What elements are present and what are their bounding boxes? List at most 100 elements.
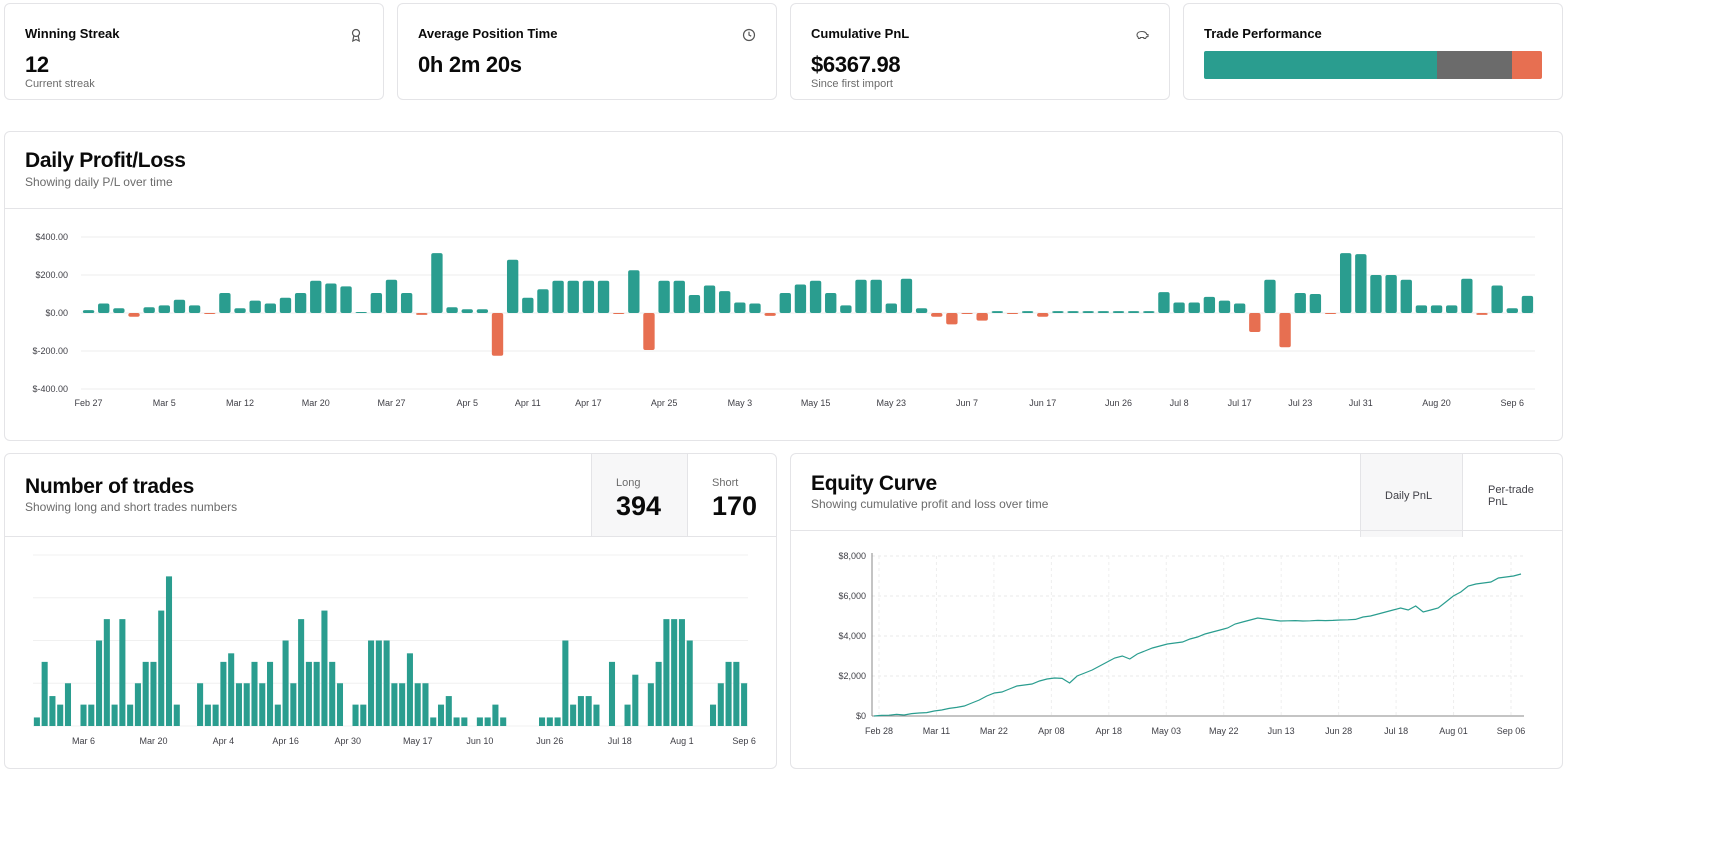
daily-bar xyxy=(552,280,564,313)
tab-daily-pnl-label: Daily PnL xyxy=(1385,489,1433,502)
trades-bar xyxy=(476,717,483,726)
daily-bar xyxy=(1264,279,1276,313)
trades-bar xyxy=(733,661,740,726)
trades-bar xyxy=(717,683,724,726)
x-tick-label: Jun 10 xyxy=(466,736,493,746)
daily-bar xyxy=(1415,305,1428,313)
x-tick-label: Aug 1 xyxy=(670,736,694,746)
daily-bar xyxy=(1430,305,1443,313)
trades-bar xyxy=(259,683,266,726)
trades-bar xyxy=(158,610,165,726)
x-tick-label: Jul 18 xyxy=(1384,726,1408,736)
trades-bar xyxy=(539,717,546,726)
trades-bar xyxy=(414,683,421,726)
x-tick-label: Jul 18 xyxy=(608,736,632,746)
equity-line xyxy=(873,573,1522,717)
daily-bar xyxy=(370,293,383,313)
daily-bar xyxy=(1294,293,1306,313)
trades-bar xyxy=(368,640,375,726)
trades-bar xyxy=(336,683,344,726)
x-tick-label: Jun 26 xyxy=(536,736,563,746)
daily-bar xyxy=(325,283,337,313)
daily-bar xyxy=(1279,313,1291,348)
daily-bar xyxy=(1249,313,1261,332)
y-tick-label: $6,000 xyxy=(838,591,866,601)
trades-bar xyxy=(228,653,235,726)
daily-pnl-title: Daily Profit/Loss xyxy=(25,149,186,172)
daily-bar xyxy=(1082,311,1094,313)
daily-bar xyxy=(340,286,352,313)
trades-bar xyxy=(251,661,258,726)
winning-streak-sub: Current streak xyxy=(25,78,95,90)
trades-bar xyxy=(671,619,678,726)
trades-bar xyxy=(212,704,219,726)
trades-bar xyxy=(437,704,445,726)
daily-bar xyxy=(734,302,746,313)
trades-bar xyxy=(88,704,95,726)
daily-bar xyxy=(946,313,958,325)
daily-bar xyxy=(567,280,579,313)
tab-per-trade-pnl-label: Per-trade PnL xyxy=(1488,483,1534,508)
daily-bar xyxy=(188,305,201,313)
y-tick-label: $4,000 xyxy=(838,631,866,641)
tab-daily-pnl[interactable]: Daily PnL xyxy=(1360,454,1462,537)
daily-bar xyxy=(219,293,231,313)
equity-title: Equity Curve xyxy=(811,472,937,495)
trades-bar xyxy=(663,619,670,726)
avg-position-card: Average Position Time 0h 2m 20s xyxy=(397,3,777,100)
trades-bar xyxy=(103,619,110,726)
y-tick-label: $8,000 xyxy=(838,551,866,561)
trades-bar xyxy=(298,619,305,726)
trades-bar xyxy=(33,717,40,726)
daily-bar xyxy=(143,307,155,313)
daily-bar xyxy=(1173,302,1185,313)
y-tick-label: $0 xyxy=(856,711,866,721)
daily-bar xyxy=(612,313,625,314)
x-tick-label: Apr 11 xyxy=(515,398,541,408)
trades-subtitle: Showing long and short trades numbers xyxy=(25,500,238,514)
daily-bar xyxy=(825,293,837,313)
daily-bar xyxy=(82,310,95,313)
trades-bar xyxy=(64,683,72,726)
daily-bar xyxy=(1476,313,1488,315)
cumulative-pnl-sub: Since first import xyxy=(811,78,893,90)
daily-bar xyxy=(491,313,504,356)
x-tick-label: Mar 22 xyxy=(980,726,1008,736)
equity-subtitle: Showing cumulative profit and loss over … xyxy=(811,497,1049,511)
x-tick-label: Apr 18 xyxy=(1096,726,1123,736)
daily-bar xyxy=(279,297,292,313)
x-tick-label: May 22 xyxy=(1209,726,1239,736)
equity-card: Equity Curve Showing cumulative profit a… xyxy=(790,453,1563,769)
y-tick-label: $-200.00 xyxy=(32,346,68,356)
trades-bar xyxy=(274,704,281,726)
x-tick-label: May 17 xyxy=(403,736,433,746)
daily-pnl-chart: $400.00 $200.00 $0.00 $-200.00 $-400.00 Feb 2… xyxy=(32,232,1535,408)
cumulative-pnl-value: $6367.98 xyxy=(811,52,901,77)
daily-bar xyxy=(264,303,277,313)
tab-per-trade-pnl[interactable]: Per-trade PnL xyxy=(1462,454,1562,537)
trades-bar xyxy=(352,704,359,726)
daily-bar xyxy=(431,253,443,313)
trades-bar xyxy=(399,683,406,726)
x-tick-label: Jun 28 xyxy=(1325,726,1352,736)
trades-bar xyxy=(150,661,157,726)
daily-bar xyxy=(1158,292,1170,313)
x-tick-label: May 03 xyxy=(1152,726,1182,736)
trades-bar xyxy=(741,683,748,726)
short-toggle[interactable]: Short 170 xyxy=(687,454,776,536)
daily-bar xyxy=(1203,296,1216,313)
daily-bar xyxy=(764,313,776,316)
trades-title: Number of trades xyxy=(25,475,195,498)
daily-bar xyxy=(537,289,549,313)
y-tick-label: $0.00 xyxy=(45,308,68,318)
daily-bar xyxy=(643,313,655,351)
trades-bar xyxy=(686,640,693,726)
trades-bar xyxy=(329,661,336,726)
trades-bar xyxy=(570,704,577,726)
long-toggle[interactable]: Long 394 xyxy=(591,454,687,536)
x-tick-label: May 23 xyxy=(877,398,907,408)
x-tick-label: Jun 13 xyxy=(1268,726,1295,736)
trades-bar xyxy=(235,683,242,726)
trades-bar xyxy=(554,717,561,726)
trades-bar xyxy=(647,683,654,726)
